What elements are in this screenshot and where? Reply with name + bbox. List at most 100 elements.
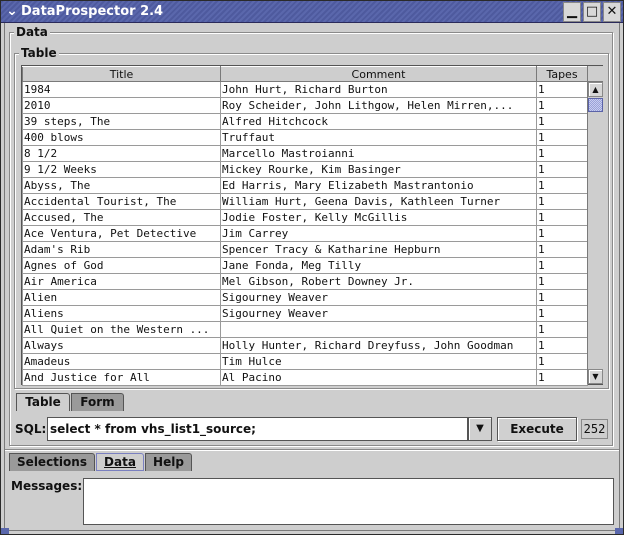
column-header-tapes[interactable]: Tapes (536, 66, 588, 82)
cell-comment[interactable]: Truffaut (220, 129, 537, 146)
table-row[interactable]: 2010 Roy Scheider, John Lithgow, Helen Mi… (22, 97, 588, 114)
cell-title[interactable]: Accidental Tourist, The (22, 193, 221, 210)
cell-comment[interactable]: Jane Fonda, Meg Tilly (220, 257, 537, 274)
table-row[interactable]: Always Holly Hunter, Richard Dreyfuss, Jo… (22, 337, 588, 354)
cell-title[interactable]: Adam's Rib (22, 241, 221, 258)
table-row[interactable]: Ace Ventura, Pet Detective Jim Carrey 1 (22, 225, 588, 242)
cell-title[interactable]: Agnes of God (22, 257, 221, 274)
window-menu-icon[interactable]: ⌄ (4, 3, 20, 20)
resize-corner-right[interactable] (615, 528, 623, 534)
cell-comment[interactable]: Marcello Mastroianni (220, 145, 537, 162)
cell-title[interactable]: And Justice for All (22, 369, 221, 386)
table-row[interactable]: 9 1/2 Weeks Mickey Rourke, Kim Basinger 1 (22, 161, 588, 178)
cell-title[interactable]: 1984 (22, 81, 221, 98)
cell-title[interactable]: Accused, The (22, 209, 221, 226)
cell-comment[interactable]: Jim Carrey (220, 225, 537, 242)
column-header-comment[interactable]: Comment (220, 66, 537, 82)
cell-tapes[interactable]: 1 (536, 369, 588, 386)
table-row[interactable]: All Quiet on the Western ... 1 (22, 321, 588, 338)
cell-title[interactable]: 2010 (22, 97, 221, 114)
cell-comment[interactable]: Jodie Foster, Kelly McGillis (220, 209, 537, 226)
cell-tapes[interactable]: 1 (536, 193, 588, 210)
cell-tapes[interactable]: 1 (536, 225, 588, 242)
cell-comment[interactable]: Roy Scheider, John Lithgow, Helen Mirren… (220, 97, 537, 114)
table-row[interactable]: And Justice for All Al Pacino 1 (22, 369, 588, 386)
cell-tapes[interactable]: 1 (536, 289, 588, 306)
cell-comment[interactable]: Mel Gibson, Robert Downey Jr. (220, 273, 537, 290)
table-row[interactable]: Air America Mel Gibson, Robert Downey Jr.… (22, 273, 588, 290)
column-header-title[interactable]: Title (22, 66, 221, 82)
cell-title[interactable]: Amadeus (22, 353, 221, 370)
cell-tapes[interactable]: 1 (536, 81, 588, 98)
cell-tapes[interactable]: 1 (536, 273, 588, 290)
table-row[interactable]: Adam's Rib Spencer Tracy & Katharine Hepb… (22, 241, 588, 258)
cell-comment[interactable]: Sigourney Weaver (220, 289, 537, 306)
cell-comment[interactable]: Ed Harris, Mary Elizabeth Mastrantonio (220, 177, 537, 194)
table-row[interactable]: Alien Sigourney Weaver 1 (22, 289, 588, 306)
cell-comment[interactable]: Alfred Hitchcock (220, 113, 537, 130)
execute-button[interactable]: Execute (497, 417, 577, 441)
table-row[interactable]: Aliens Sigourney Weaver 1 (22, 305, 588, 322)
cell-title[interactable]: 400 blows (22, 129, 221, 146)
cell-title[interactable]: Air America (22, 273, 221, 290)
cell-title[interactable]: All Quiet on the Western ... (22, 321, 221, 338)
table-row[interactable]: 39 steps, The Alfred Hitchcock 1 (22, 113, 588, 130)
scrollbar-thumb[interactable] (588, 98, 603, 112)
table-row[interactable]: Agnes of God Jane Fonda, Meg Tilly 1 (22, 257, 588, 274)
cell-comment[interactable]: Holly Hunter, Richard Dreyfuss, John Goo… (220, 337, 537, 354)
cell-tapes[interactable]: 1 (536, 241, 588, 258)
cell-comment[interactable] (220, 321, 537, 338)
tab-selections[interactable]: Selections (9, 453, 95, 471)
minimize-button[interactable]: ▁ (563, 2, 581, 22)
table-row[interactable]: 1984 John Hurt, Richard Burton 1 (22, 81, 588, 98)
cell-tapes[interactable]: 1 (536, 337, 588, 354)
vertical-scrollbar[interactable]: ▲ ▼ (587, 82, 603, 384)
cell-comment[interactable]: William Hurt, Geena Davis, Kathleen Turn… (220, 193, 537, 210)
cell-title[interactable]: 8 1/2 (22, 145, 221, 162)
cell-tapes[interactable]: 1 (536, 209, 588, 226)
cell-title[interactable]: Abyss, The (22, 177, 221, 194)
scroll-down-button[interactable]: ▼ (588, 369, 603, 384)
cell-comment[interactable]: Al Pacino (220, 369, 537, 386)
cell-tapes[interactable]: 1 (536, 161, 588, 178)
resize-corner-left[interactable] (1, 528, 9, 534)
scroll-up-button[interactable]: ▲ (588, 82, 603, 97)
close-button[interactable]: ✕ (603, 2, 621, 22)
cell-comment[interactable]: Tim Hulce (220, 353, 537, 370)
cell-title[interactable]: Always (22, 337, 221, 354)
maximize-button[interactable]: □ (583, 2, 601, 22)
table-row[interactable]: Abyss, The Ed Harris, Mary Elizabeth Mast… (22, 177, 588, 194)
cell-comment[interactable]: Sigourney Weaver (220, 305, 537, 322)
table-row[interactable]: 8 1/2 Marcello Mastroianni 1 (22, 145, 588, 162)
cell-tapes[interactable]: 1 (536, 353, 588, 370)
cell-tapes[interactable]: 1 (536, 257, 588, 274)
cell-title[interactable]: 9 1/2 Weeks (22, 161, 221, 178)
cell-tapes[interactable]: 1 (536, 129, 588, 146)
cell-title[interactable]: Ace Ventura, Pet Detective (22, 225, 221, 242)
cell-title[interactable]: Alien (22, 289, 221, 306)
cell-tapes[interactable]: 1 (536, 305, 588, 322)
tab-form[interactable]: Form (71, 393, 124, 411)
cell-tapes[interactable]: 1 (536, 113, 588, 130)
data-group-label: Data (14, 24, 50, 40)
title-bar[interactable]: ⌄ DataProspector 2.4 ▁ □ ✕ (1, 1, 623, 23)
cell-title[interactable]: Aliens (22, 305, 221, 322)
table-row[interactable]: 400 blows Truffaut 1 (22, 129, 588, 146)
tab-data[interactable]: Data (96, 453, 144, 471)
cell-tapes[interactable]: 1 (536, 97, 588, 114)
tab-help[interactable]: Help (145, 453, 192, 471)
table-row[interactable]: Accidental Tourist, The William Hurt, Gee… (22, 193, 588, 210)
table-row[interactable]: Accused, The Jodie Foster, Kelly McGillis… (22, 209, 588, 226)
cell-tapes[interactable]: 1 (536, 177, 588, 194)
cell-tapes[interactable]: 1 (536, 145, 588, 162)
cell-title[interactable]: 39 steps, The (22, 113, 221, 130)
messages-textarea[interactable] (83, 478, 614, 525)
tab-table[interactable]: Table (16, 393, 70, 411)
sql-query-input[interactable]: select * from vhs_list1_source; (47, 417, 468, 441)
cell-comment[interactable]: Mickey Rourke, Kim Basinger (220, 161, 537, 178)
cell-tapes[interactable]: 1 (536, 321, 588, 338)
table-row[interactable]: Amadeus Tim Hulce 1 (22, 353, 588, 370)
cell-comment[interactable]: John Hurt, Richard Burton (220, 81, 537, 98)
sql-history-dropdown[interactable]: ▼ (468, 417, 492, 441)
cell-comment[interactable]: Spencer Tracy & Katharine Hepburn (220, 241, 537, 258)
